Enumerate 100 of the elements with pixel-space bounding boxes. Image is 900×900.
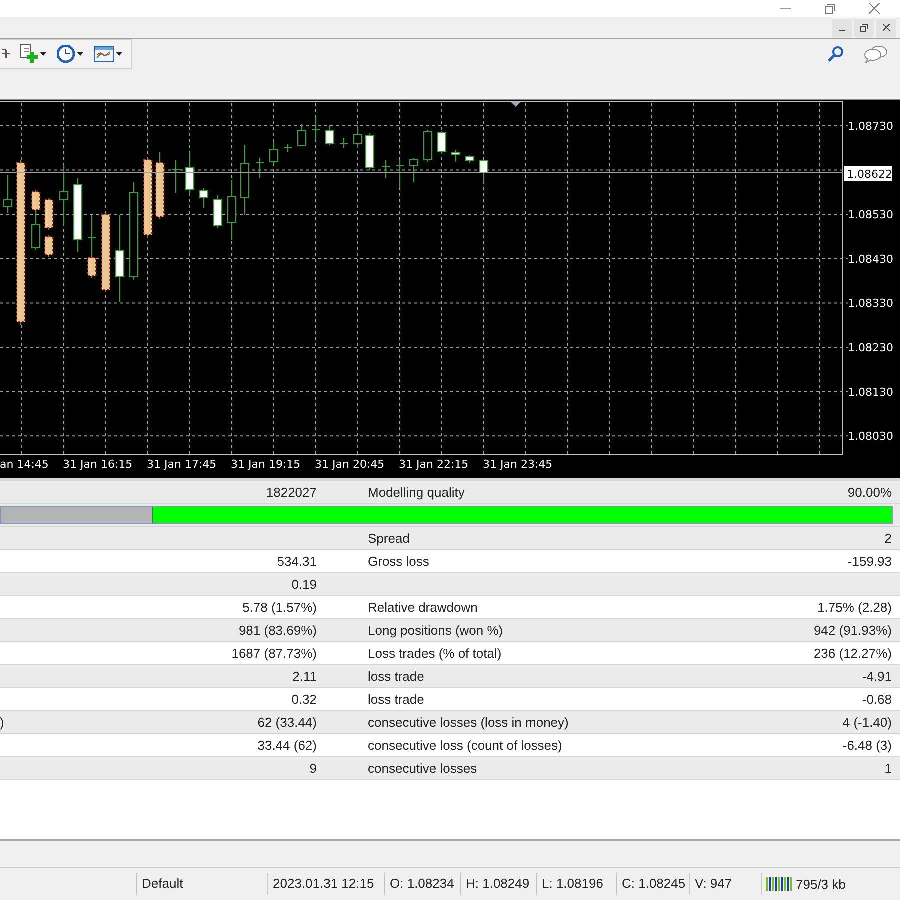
candlestick — [240, 144, 250, 216]
candlestick — [4, 174, 12, 214]
row-value: 942 (91.93%) — [814, 622, 892, 638]
price-label: 1.08030 — [848, 430, 894, 444]
candlestick — [396, 160, 404, 188]
row-value: -0.68 — [862, 692, 892, 706]
row-label: ) — [0, 714, 4, 730]
row-value: 9 — [310, 760, 317, 776]
time-label: 31 Jan 20:45 — [315, 458, 385, 471]
restore-icon — [860, 24, 868, 32]
new-chart-button[interactable] — [18, 42, 49, 66]
maximize-icon[interactable] — [825, 4, 835, 14]
row-label: Gross loss — [368, 554, 430, 568]
status-field: C: 1.08245 — [616, 873, 689, 895]
status-field: V: 947 — [689, 873, 761, 895]
time-label: 31 Jan 16:15 — [63, 458, 133, 471]
candlestick — [44, 198, 54, 230]
close-button[interactable] — [876, 18, 896, 36]
row-value: 1687 (87.73%) — [232, 646, 317, 660]
row-value: 33.44 (62) — [258, 738, 317, 752]
candlestick — [366, 132, 374, 170]
candlestick — [382, 160, 390, 178]
row-value: -159.93 — [848, 554, 892, 568]
shift-marker-icon[interactable] — [511, 102, 521, 107]
candlestick — [214, 194, 222, 228]
time-label: 31 Jan 17:45 — [147, 458, 217, 471]
row-label: consecutive losses — [368, 760, 478, 776]
price-label: 1.08230 — [848, 342, 894, 354]
caret-icon — [77, 52, 84, 56]
price-label: 1.08530 — [848, 208, 894, 222]
row-value: 534.31 — [277, 554, 317, 568]
time-label: 31 Jan 23:45 — [483, 458, 553, 471]
row-value: 1 — [884, 760, 892, 776]
candlestick — [156, 152, 164, 220]
row-label: loss trade — [368, 692, 424, 706]
row-label: Relative drawdown — [368, 600, 478, 614]
candlestick — [466, 154, 474, 164]
candlestick — [270, 142, 278, 164]
row-value: 2.11 — [292, 668, 317, 684]
connection-bars-icon — [766, 877, 792, 891]
row-value: 4 (-1.40) — [842, 714, 892, 730]
caret-icon — [40, 52, 47, 56]
row-label: Loss trades (% of total) — [368, 646, 502, 660]
search-icon — [828, 46, 844, 62]
row-value: 1822027 — [266, 484, 317, 500]
price-label: 1.08330 — [848, 297, 894, 310]
candlestick — [312, 118, 320, 140]
close-icon[interactable] — [869, 3, 880, 14]
candlestick — [298, 124, 306, 146]
candlestick — [326, 124, 334, 146]
status-memory: 795/3 kb — [796, 876, 846, 892]
price-label: 1.08430 — [848, 252, 894, 266]
row-label: Modelling quality — [368, 484, 465, 500]
candlestick — [172, 160, 180, 194]
status-field: 2023.01.31 12:15 — [267, 873, 384, 895]
caret-icon — [116, 52, 123, 56]
row-value: 0.19 — [292, 576, 317, 592]
document-plus-icon — [20, 44, 38, 64]
candlestick — [424, 130, 432, 162]
candlestick — [452, 150, 460, 162]
row-value: 236 (12.27%) — [814, 646, 892, 660]
price-label: 1.08130 — [848, 386, 894, 399]
candlestick — [438, 130, 446, 154]
row-value: -4.91 — [862, 668, 892, 684]
status-field: O: 1.08234 — [384, 873, 460, 895]
close-icon — [882, 24, 890, 31]
time-label: 31 Jan 22:15 — [399, 458, 469, 471]
row-label: loss trade — [368, 668, 424, 684]
candlestick — [60, 164, 68, 226]
candlestick — [228, 180, 236, 240]
row-value: 0.32 — [292, 692, 317, 706]
row-label: Long positions (won %) — [368, 622, 504, 638]
row-label: consecutive loss (count of losses) — [368, 738, 562, 752]
candlestick — [200, 188, 208, 208]
clock-icon — [57, 45, 75, 63]
row-value: 1.75% (2.28) — [818, 600, 892, 614]
candlestick — [410, 158, 418, 182]
candlestick — [44, 234, 54, 258]
periodicity-button[interactable] — [55, 42, 86, 66]
row-value: 2 — [884, 530, 892, 546]
chart-window-icon — [94, 46, 114, 62]
current-price-label: 1.08622 — [844, 166, 892, 181]
status-field: L: 1.08196 — [536, 873, 616, 895]
row-value: -6.48 (3) — [842, 738, 892, 752]
row-value: 62 (33.44) — [258, 714, 317, 730]
candlestick — [256, 158, 264, 178]
restore-button[interactable] — [854, 18, 874, 36]
candlestick — [480, 160, 488, 184]
row-value: 5.78 (1.57%) — [242, 600, 317, 614]
row-label: consecutive losses (loss in money) — [368, 714, 569, 730]
chat-bubbles-icon — [864, 45, 888, 63]
row-value: 90.00% — [848, 484, 892, 500]
time-label: 31 Jan 19:15 — [231, 458, 301, 471]
status-profile: Default — [136, 873, 267, 895]
candlestick — [186, 152, 194, 196]
price-label: 1.08730 — [848, 120, 894, 133]
status-field: H: 1.08249 — [460, 873, 536, 895]
candlestick — [340, 138, 348, 148]
row-label: Spread — [368, 530, 410, 546]
candlestick — [354, 124, 362, 148]
